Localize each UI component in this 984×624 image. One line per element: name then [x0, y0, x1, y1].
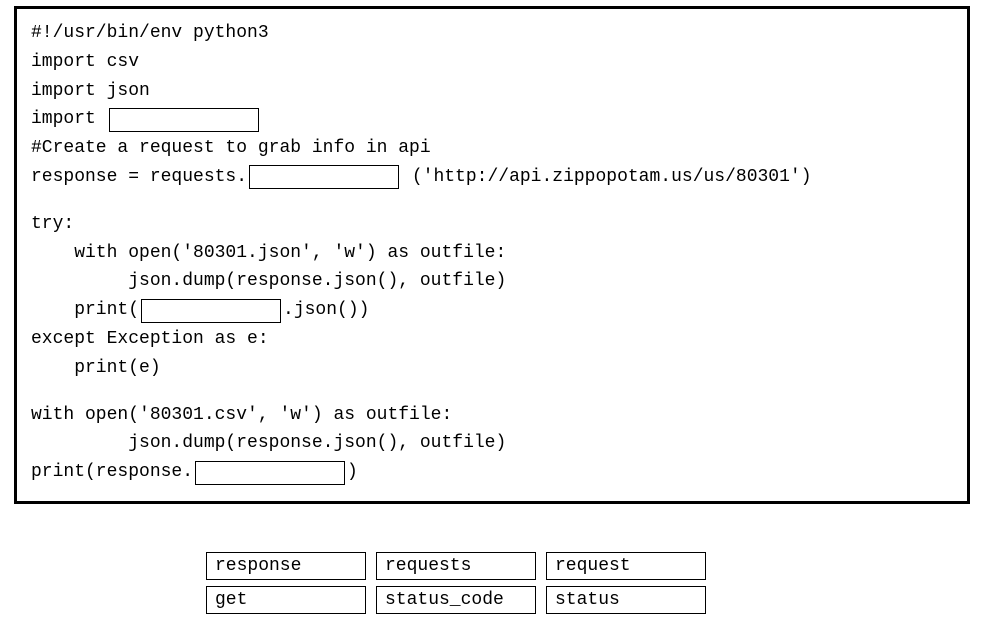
code-line: print( .json()): [31, 296, 953, 325]
blank-print-arg[interactable]: [141, 299, 281, 323]
code-line: #!/usr/bin/env python3: [31, 19, 953, 48]
code-line: json.dump(response.json(), outfile): [31, 429, 953, 458]
code-text: ): [347, 458, 358, 487]
blank-line: [31, 383, 953, 401]
option-status-code[interactable]: status_code: [376, 586, 536, 614]
code-line: except Exception as e:: [31, 325, 953, 354]
option-get[interactable]: get: [206, 586, 366, 614]
code-text: import json: [31, 77, 150, 106]
code-text: import csv: [31, 48, 139, 77]
code-line: json.dump(response.json(), outfile): [31, 267, 953, 296]
code-line: #Create a request to grab info in api: [31, 134, 953, 163]
option-request[interactable]: request: [546, 552, 706, 580]
blank-import-module[interactable]: [109, 108, 259, 132]
code-text: ('http://api.zippopotam.us/us/80301'): [401, 163, 811, 192]
code-line: response = requests. ('http://api.zippop…: [31, 163, 953, 192]
option-label: requests: [385, 552, 471, 581]
option-row: response requests request: [206, 552, 706, 580]
blank-requests-method[interactable]: [249, 165, 399, 189]
code-text: print(response.: [31, 458, 193, 487]
option-label: request: [555, 552, 631, 581]
code-text: json.dump(response.json(), outfile): [31, 429, 506, 458]
code-text: with open('80301.json', 'w') as outfile:: [31, 239, 506, 268]
code-text: .json()): [283, 296, 369, 325]
page: #!/usr/bin/env python3 import csv import…: [0, 0, 984, 624]
code-text: print(: [31, 296, 139, 325]
code-text: #Create a request to grab info in api: [31, 134, 431, 163]
code-line: import: [31, 105, 953, 134]
code-line: print(response. ): [31, 458, 953, 487]
code-line: try:: [31, 210, 953, 239]
code-line: print(e): [31, 354, 953, 383]
option-label: status: [555, 586, 620, 615]
code-text: with open('80301.csv', 'w') as outfile:: [31, 401, 452, 430]
code-text: #!/usr/bin/env python3: [31, 19, 269, 48]
option-status[interactable]: status: [546, 586, 706, 614]
option-row: get status_code status: [206, 586, 706, 614]
code-line: with open('80301.csv', 'w') as outfile:: [31, 401, 953, 430]
blank-response-attr[interactable]: [195, 461, 345, 485]
option-label: get: [215, 586, 247, 615]
code-text: import: [31, 105, 107, 134]
answer-options: response requests request get status_cod…: [206, 552, 706, 614]
code-text: response = requests.: [31, 163, 247, 192]
blank-line: [31, 192, 953, 210]
code-text: except Exception as e:: [31, 325, 269, 354]
code-line: import csv: [31, 48, 953, 77]
option-label: response: [215, 552, 301, 581]
code-line: with open('80301.json', 'w') as outfile:: [31, 239, 953, 268]
option-response[interactable]: response: [206, 552, 366, 580]
code-line: import json: [31, 77, 953, 106]
option-requests[interactable]: requests: [376, 552, 536, 580]
option-label: status_code: [385, 586, 504, 615]
code-text: try:: [31, 210, 74, 239]
code-text: print(e): [31, 354, 161, 383]
code-block: #!/usr/bin/env python3 import csv import…: [14, 6, 970, 504]
code-text: json.dump(response.json(), outfile): [31, 267, 506, 296]
